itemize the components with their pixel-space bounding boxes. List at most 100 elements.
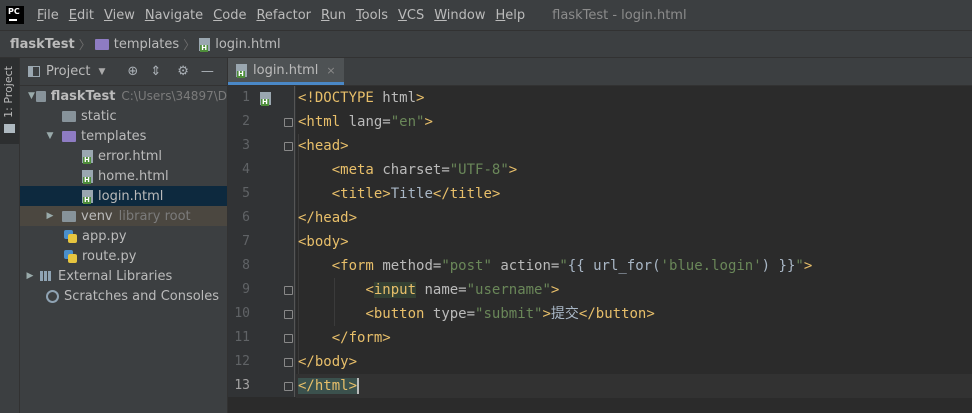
gutter-separator	[294, 86, 295, 397]
fold-marker-icon[interactable]	[284, 310, 293, 319]
tree-item-label: login.html	[98, 188, 164, 204]
tree-item-label: External Libraries	[58, 268, 173, 284]
breadcrumb-separator-icon: 〉	[183, 37, 196, 52]
html-file-icon	[82, 169, 93, 184]
project-view-selector[interactable]: Project ▼	[28, 64, 105, 79]
line-number: 4	[242, 162, 250, 177]
collapse-all-icon[interactable]: ⇕	[150, 64, 161, 79]
tree-item-path: C:\Users\34897\D	[121, 89, 227, 103]
line-number-current: 13	[234, 378, 250, 393]
breadcrumb-project[interactable]: flaskTest	[0, 37, 79, 52]
window-title: flaskTest - login.html	[552, 7, 687, 23]
tree-item-error-html[interactable]: error.html	[20, 146, 227, 166]
menu-refactor[interactable]: Refactor	[251, 8, 316, 23]
breadcrumb-separator-icon: 〉	[78, 37, 91, 52]
line-number: 3	[242, 138, 250, 153]
menu-view[interactable]: View	[99, 8, 140, 23]
tree-item-venv[interactable]: ▶ venv library root	[20, 206, 227, 226]
python-file-icon	[64, 249, 77, 263]
tree-item-external-libraries[interactable]: ▶ External Libraries	[20, 266, 227, 286]
tree-item-flasktest[interactable]: ▼ flaskTest C:\Users\34897\D	[20, 86, 227, 106]
line-number: 1	[242, 90, 250, 105]
menu-bar: PC File Edit View Navigate Code Refactor…	[0, 0, 972, 30]
project-panel: Project ▼ ⊕ ⇕ ⚙ — ▼ flaskTest C:\Users\3…	[20, 58, 228, 413]
folder-icon	[35, 90, 46, 102]
tree-item-label: Scratches and Consoles	[64, 288, 220, 304]
python-file-icon	[64, 229, 77, 243]
project-window-icon	[28, 66, 40, 77]
fold-marker-icon[interactable]	[284, 334, 293, 343]
current-line-highlight	[296, 374, 972, 398]
tree-item-login-html[interactable]: login.html	[20, 186, 227, 206]
code-area[interactable]: <!DOCTYPE html> <html lang="en"> <head> …	[296, 86, 972, 398]
breadcrumb-templates[interactable]: templates	[91, 37, 183, 52]
minimize-icon[interactable]: —	[201, 64, 214, 79]
tree-item-templates[interactable]: ▼ templates	[20, 126, 227, 146]
tree-item-label: home.html	[98, 168, 169, 184]
tree-item-route-py[interactable]: route.py	[20, 246, 227, 266]
menu-file[interactable]: File	[32, 8, 64, 23]
code-line-4: <meta charset="UTF-8">	[331, 162, 518, 178]
html-file-icon	[82, 189, 93, 204]
code-line-8: <form method="post" action="{{ url_for('…	[331, 258, 813, 274]
fold-marker-icon[interactable]	[284, 358, 293, 367]
tab-login-html[interactable]: login.html ×	[228, 58, 344, 85]
fold-marker-icon[interactable]	[284, 286, 293, 295]
expand-arrow-icon[interactable]: ▶	[24, 271, 36, 281]
library-icon	[40, 270, 53, 282]
templates-folder-icon	[62, 130, 76, 142]
code-line-5: <title>Title</title>	[331, 186, 501, 202]
editor: login.html × 1 2 3 4 5 6 7 8 9 10 11 12 …	[228, 58, 972, 413]
library-root-label: library root	[118, 208, 191, 224]
locate-target-icon[interactable]: ⊕	[127, 64, 138, 79]
html-file-icon	[236, 63, 247, 78]
tab-label: login.html	[253, 62, 319, 78]
tool-window-stripe: 1: Project	[0, 58, 20, 413]
line-number: 8	[242, 258, 250, 273]
code-line-1: <!DOCTYPE html>	[298, 90, 425, 106]
tree-item-label: flaskTest	[50, 88, 116, 104]
tree-item-scratches[interactable]: Scratches and Consoles	[20, 286, 227, 306]
close-icon[interactable]: ×	[326, 64, 335, 77]
line-number: 7	[242, 234, 250, 249]
fold-marker-icon[interactable]	[284, 142, 293, 151]
editor-gutter: 1 2 3 4 5 6 7 8 9 10 11 12 13	[228, 86, 296, 397]
html-file-icon	[199, 37, 211, 52]
code-line-3: <head>	[298, 138, 349, 154]
menu-edit[interactable]: Edit	[64, 8, 99, 23]
line-number: 10	[234, 306, 250, 321]
fold-marker-icon[interactable]	[284, 382, 293, 391]
line-number: 2	[242, 114, 250, 129]
editor-tab-bar: login.html ×	[228, 58, 972, 86]
pycharm-logo-icon: PC	[6, 6, 24, 24]
html-file-gutter-icon	[260, 92, 271, 106]
line-number: 9	[242, 282, 250, 297]
tree-item-label: error.html	[98, 148, 163, 164]
menu-tools[interactable]: Tools	[351, 8, 393, 23]
tree-item-home-html[interactable]: home.html	[20, 166, 227, 186]
tree-item-label: templates	[81, 128, 147, 144]
line-number: 5	[242, 186, 250, 201]
code-line-7: <body>	[298, 234, 349, 250]
expand-arrow-icon[interactable]: ▶	[44, 211, 56, 221]
fold-marker-icon[interactable]	[284, 118, 293, 127]
tree-item-app-py[interactable]: app.py	[20, 226, 227, 246]
code-line-2: <html lang="en">	[298, 114, 433, 130]
tree-item-label: route.py	[82, 248, 137, 264]
gear-icon[interactable]: ⚙	[177, 64, 189, 79]
menu-vcs[interactable]: VCS	[393, 8, 429, 23]
code-line-13: </html>	[298, 378, 360, 394]
line-number: 12	[234, 354, 250, 369]
menu-help[interactable]: Help	[491, 8, 531, 23]
menu-navigate[interactable]: Navigate	[140, 8, 208, 23]
code-line-10: <button type="submit">提交</button>	[365, 306, 655, 322]
expand-arrow-icon[interactable]: ▼	[44, 131, 56, 141]
menu-window[interactable]: Window	[429, 8, 490, 23]
project-tool-button[interactable]: 1: Project	[0, 58, 19, 144]
menu-run[interactable]: Run	[316, 8, 351, 23]
menu-code[interactable]: Code	[208, 8, 251, 23]
expand-arrow-icon[interactable]: ▼	[27, 91, 36, 101]
code-line-6: </head>	[298, 210, 358, 226]
breadcrumb-file[interactable]: login.html	[195, 37, 284, 52]
tree-item-static[interactable]: static	[20, 106, 227, 126]
